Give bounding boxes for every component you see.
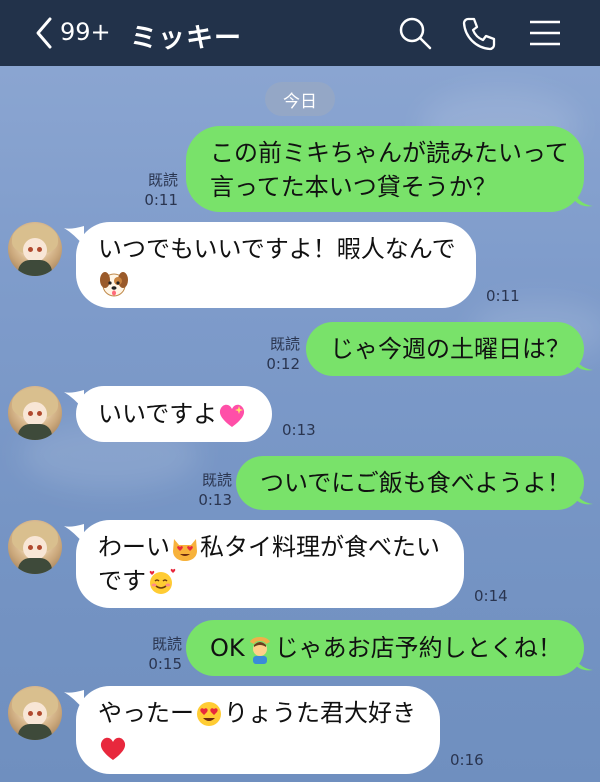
message-text: わーい [98, 533, 170, 561]
incoming-message[interactable]: いいですよ [76, 386, 272, 442]
message-text: じゃあお店予約しとくね！ [274, 634, 562, 662]
search-icon[interactable] [396, 14, 434, 52]
phone-icon[interactable] [460, 14, 498, 52]
message-time: 0:15 [148, 655, 182, 673]
message-meta: 既読 0:12 [262, 334, 300, 374]
message-line: この前ミキちゃんが読みたいって [210, 139, 569, 167]
avatar[interactable] [8, 222, 62, 276]
message-text: りょうた君大好き [224, 699, 416, 727]
read-receipt: 既読 [269, 335, 300, 353]
message-time: 0:11 [144, 191, 178, 209]
message-time: 0:13 [282, 421, 316, 439]
bubble-tail [573, 652, 593, 671]
heart-eyes-cat-emoji [173, 539, 197, 561]
read-receipt: 既読 [151, 635, 182, 653]
smiling-face-with-hearts-emoji [149, 568, 176, 594]
read-receipt: 既読 [147, 171, 178, 189]
message-text: です [98, 567, 146, 595]
outgoing-message[interactable]: じゃ今週の土曜日は？ [306, 322, 584, 376]
sparkling-heart-emoji [220, 404, 245, 427]
message-text: 私タイ料理が食べたい [200, 533, 440, 561]
menu-icon[interactable] [526, 14, 564, 52]
outgoing-message[interactable]: OK じゃあお店予約しとくね！ [186, 620, 584, 676]
outgoing-message[interactable]: ついでにご飯も食べようよ！ [236, 456, 584, 510]
unread-count[interactable]: 99+ [60, 18, 111, 46]
message-time: 0:14 [474, 587, 508, 605]
bubble-tail [573, 352, 593, 371]
message-line: ついでにご飯も食べようよ！ [260, 469, 571, 497]
date-separator: 今日 [265, 82, 335, 116]
chat-title: ミッキー [130, 23, 242, 54]
message-line: いつでもいいですよ！暇人なんで [98, 235, 456, 263]
message-text: やったー [98, 699, 194, 727]
person-gesturing-ok-emoji [249, 637, 270, 664]
message-meta: 既読 0:11 [140, 170, 178, 210]
outgoing-message[interactable]: この前ミキちゃんが読みたいって 言ってた本いつ貸そうか？ [186, 126, 584, 212]
message-line: いいですよ [98, 400, 218, 428]
message-text: OK [210, 634, 245, 662]
message-time: 0:16 [450, 751, 484, 769]
incoming-message[interactable]: やったー りょうた君大好き [76, 686, 440, 774]
message-line: 言ってた本いつ貸そうか？ [210, 173, 497, 201]
chat-header: 99+ ミッキー [0, 0, 600, 66]
message-time: 0:11 [486, 287, 520, 305]
message-line: じゃ今週の土曜日は？ [330, 335, 570, 363]
avatar[interactable] [8, 386, 62, 440]
message-meta: 既読 0:15 [144, 634, 182, 674]
bubble-tail [573, 486, 593, 505]
avatar[interactable] [8, 520, 62, 574]
message-time: 0:12 [266, 355, 300, 373]
heart-eyes-emoji [197, 702, 221, 726]
bubble-tail [573, 188, 593, 207]
message-meta: 既読 0:13 [194, 470, 232, 510]
incoming-message[interactable]: わーい 私タイ料理が食べたい です [76, 520, 464, 608]
message-time: 0:13 [198, 491, 232, 509]
read-receipt: 既読 [201, 471, 232, 489]
dog-face-emoji [100, 272, 128, 297]
incoming-message[interactable]: いつでもいいですよ！暇人なんで [76, 222, 476, 308]
red-heart-emoji [100, 737, 126, 760]
avatar[interactable] [8, 686, 62, 740]
